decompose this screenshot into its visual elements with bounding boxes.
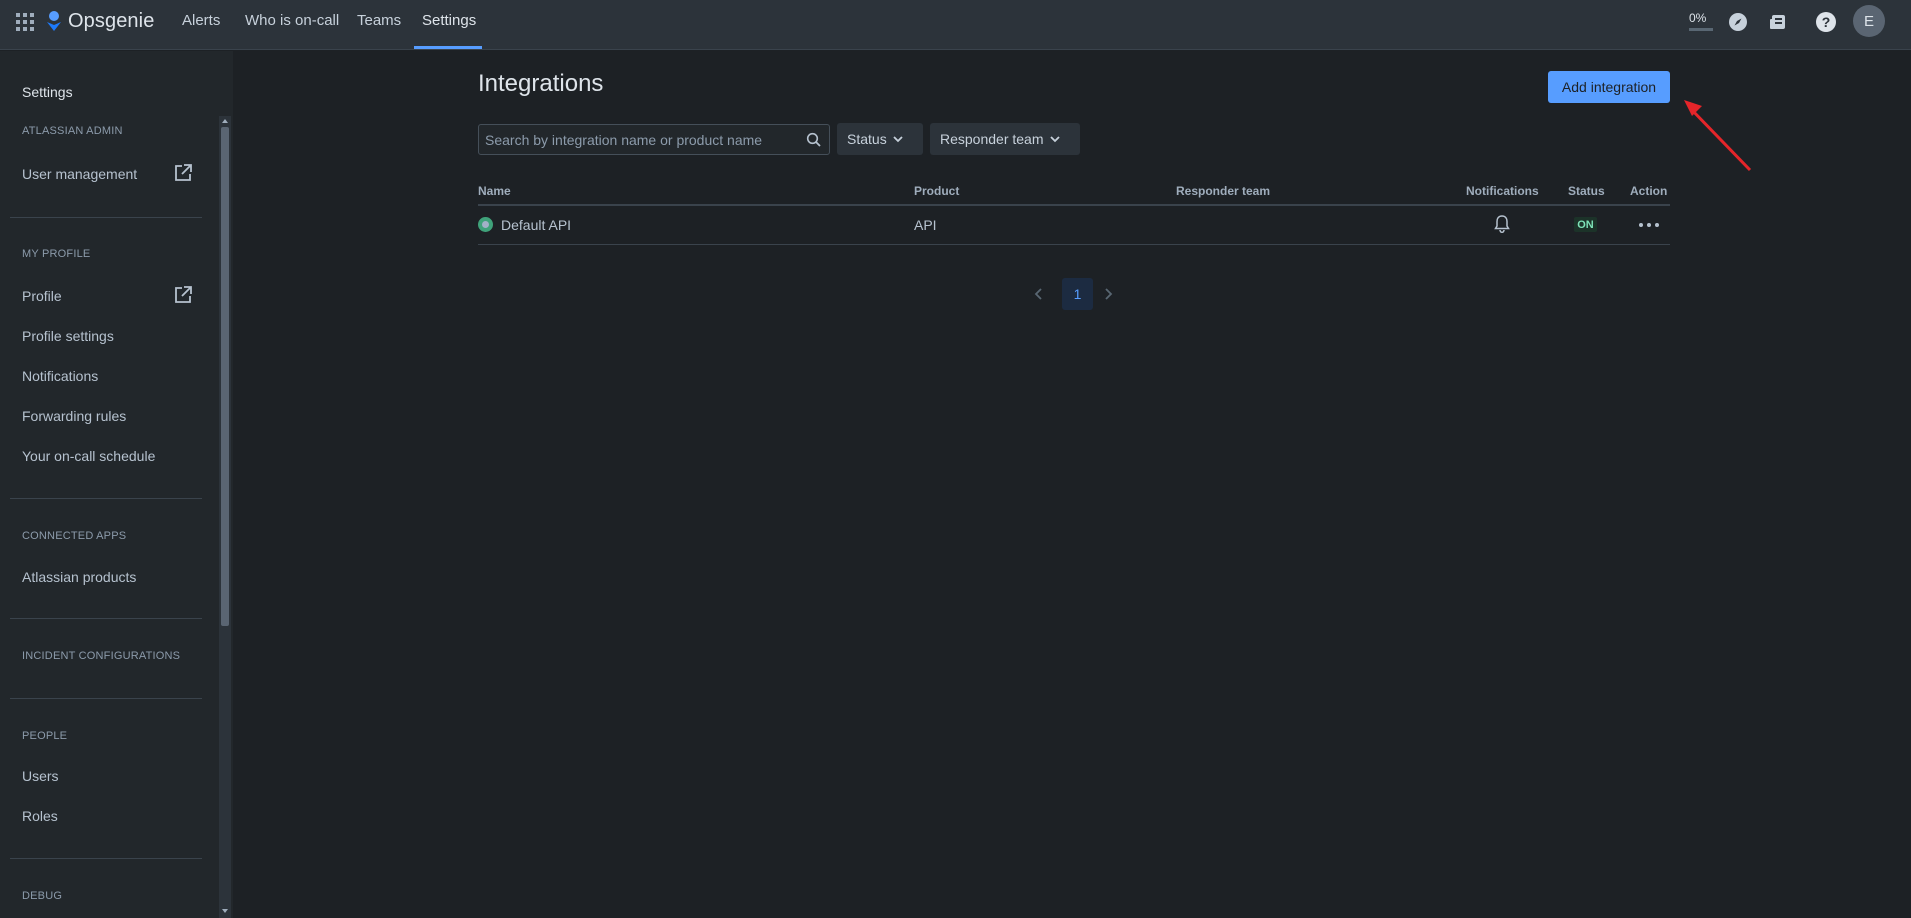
responder-team-filter-dropdown[interactable]: Responder team [930,123,1080,155]
integration-product: API [914,217,937,233]
section-debug: DEBUG [22,890,63,902]
pagination-page-button[interactable]: 1 [1062,278,1093,310]
section-my-profile: MY PROFILE [22,248,91,260]
scroll-down-arrow-icon[interactable] [222,909,228,913]
settings-sidebar: Settings ATLASSIAN ADMIN User management… [0,51,233,918]
table-row-divider [478,244,1670,245]
search-icon[interactable] [806,132,822,148]
search-input[interactable] [479,125,799,154]
progress-bar [1689,28,1713,31]
sidebar-item-roles[interactable]: Roles [22,808,58,824]
column-header-action: Action [1630,184,1668,198]
nav-settings[interactable]: Settings [422,12,476,50]
add-integration-button[interactable]: Add integration [1548,71,1670,103]
column-header-responder-team[interactable]: Responder team [1176,184,1270,198]
status-filter-dropdown[interactable]: Status [837,123,923,155]
help-icon[interactable]: ? [1815,11,1837,33]
sidebar-item-atlassian-products[interactable]: Atlassian products [22,569,136,585]
scroll-up-arrow-icon[interactable] [222,119,228,123]
sidebar-divider [10,217,202,218]
integration-name-link[interactable]: Default API [501,217,571,233]
sidebar-item-notifications[interactable]: Notifications [22,368,98,384]
avatar[interactable]: E [1853,5,1885,37]
nav-teams[interactable]: Teams [357,12,401,50]
app-name: Opsgenie [68,9,155,32]
bell-icon[interactable] [1494,214,1510,234]
opsgenie-logo-icon [47,11,61,31]
section-connected-apps: CONNECTED APPS [22,530,127,542]
nav-who-is-on-call[interactable]: Who is on-call [245,12,339,50]
progress-label[interactable]: 0% [1689,11,1706,25]
app-switcher-icon[interactable] [16,13,34,31]
sidebar-item-forwarding-rules[interactable]: Forwarding rules [22,408,126,424]
chevron-left-icon[interactable] [1031,286,1047,302]
sidebar-item-profile[interactable]: Profile [22,288,62,304]
status-badge[interactable]: ON [1574,217,1597,232]
svg-text:?: ? [1822,14,1831,30]
chevron-right-icon[interactable] [1100,286,1116,302]
sidebar-scrollbar-thumb[interactable] [221,127,229,626]
column-header-status[interactable]: Status [1568,184,1605,198]
integration-api-icon [478,217,493,232]
sidebar-divider [10,858,202,859]
sidebar-item-user-management[interactable]: User management [22,166,137,182]
external-link-icon[interactable] [174,164,192,182]
more-actions-icon[interactable] [1639,223,1661,229]
sidebar-item-on-call-schedule[interactable]: Your on-call schedule [22,448,155,464]
responder-team-filter-label: Responder team [940,131,1044,147]
status-filter-label: Status [847,131,887,147]
section-people: PEOPLE [22,730,68,742]
top-navigation: Opsgenie Alerts Who is on-call Teams Set… [0,0,1911,50]
column-header-name[interactable]: Name [478,184,511,198]
search-box [478,124,830,155]
sidebar-divider [10,698,202,699]
sidebar-item-users[interactable]: Users [22,768,59,784]
nav-alerts[interactable]: Alerts [182,12,220,50]
section-atlassian-admin: ATLASSIAN ADMIN [22,125,123,137]
chevron-down-icon [893,136,903,143]
compass-icon[interactable] [1727,11,1749,33]
page-title: Integrations [478,70,604,97]
external-link-icon[interactable] [174,286,192,304]
column-header-notifications: Notifications [1466,184,1539,198]
annotation-arrow-icon [1684,100,1752,172]
chevron-down-icon [1049,136,1060,143]
news-icon[interactable] [1767,11,1789,33]
column-header-product[interactable]: Product [914,184,959,198]
opsgenie-logo[interactable]: Opsgenie [46,9,154,33]
sidebar-title: Settings [22,84,73,100]
sidebar-item-profile-settings[interactable]: Profile settings [22,328,114,344]
active-nav-indicator [414,46,482,49]
table-header-divider [478,204,1670,206]
section-incident-configurations[interactable]: INCIDENT CONFIGURATIONS [22,650,180,662]
sidebar-divider [10,498,202,499]
sidebar-divider [10,618,202,619]
